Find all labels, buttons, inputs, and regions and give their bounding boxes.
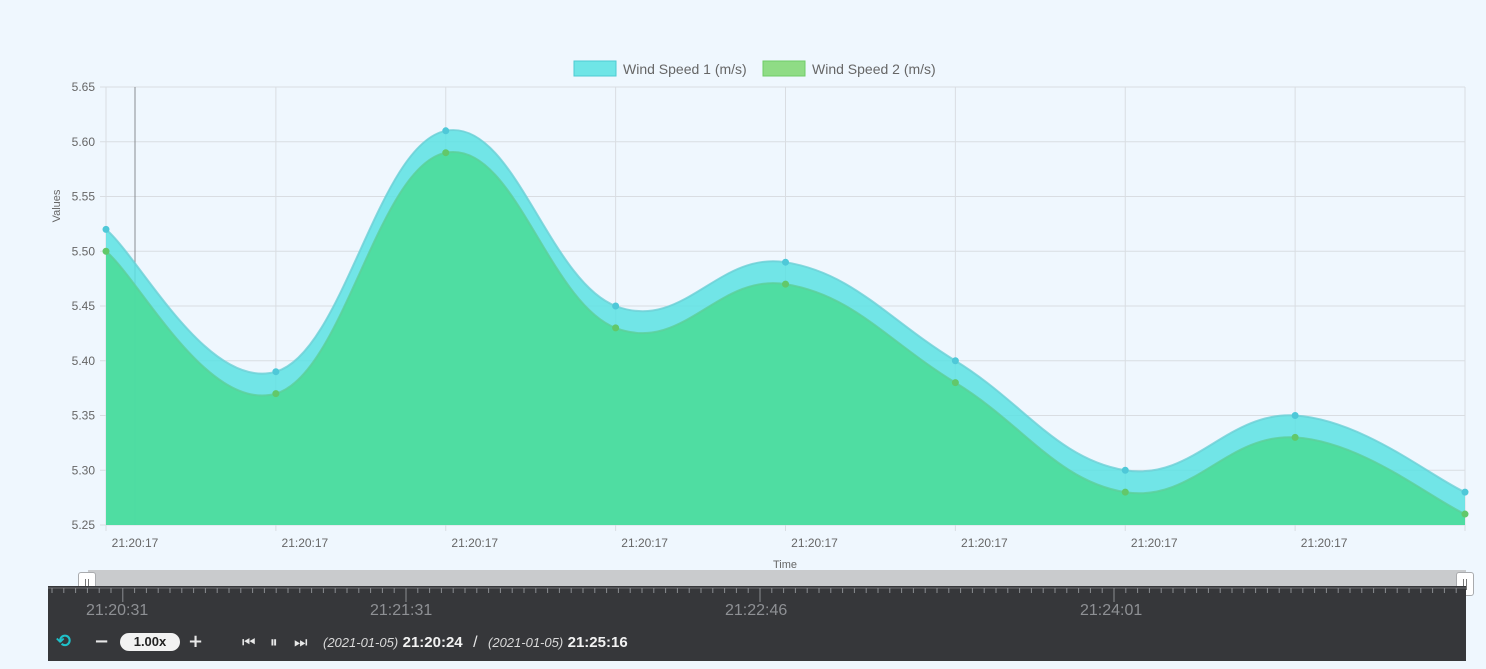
end-date: (2021-01-05) <box>488 635 564 650</box>
end-clock: 21:25:16 <box>567 634 628 651</box>
y-tick-label: 5.55 <box>72 190 96 204</box>
y-tick-label: 5.45 <box>72 299 96 313</box>
reset-icon[interactable]: ⟲ <box>56 632 71 652</box>
data-point <box>442 149 450 157</box>
x-tick-label: 21:20:17 <box>1131 536 1178 550</box>
x-axis-title: Time <box>773 559 797 570</box>
y-tick-label: 5.40 <box>72 354 96 368</box>
y-tick-label: 5.30 <box>72 463 96 477</box>
speed-value[interactable]: 1.00x <box>120 633 180 651</box>
current-time: (2021-01-05) 21:20:24 / (2021-01-05) 21:… <box>323 634 628 652</box>
data-point <box>102 247 110 255</box>
legend-label: Wind Speed 2 (m/s) <box>812 61 936 77</box>
data-point <box>951 379 959 387</box>
data-point <box>272 390 280 398</box>
data-point <box>102 225 110 233</box>
y-tick-label: 5.60 <box>72 135 96 149</box>
x-tick-label: 21:20:17 <box>112 536 159 550</box>
data-point <box>442 127 450 135</box>
timeline-label: 21:20:31 <box>86 602 149 619</box>
x-tick-label: 21:20:17 <box>1301 536 1348 550</box>
data-point <box>782 280 789 288</box>
legend-item[interactable]: Wind Speed 1 (m/s) <box>573 60 747 77</box>
current-date: (2021-01-05) <box>323 635 399 650</box>
legend-swatch <box>573 60 617 77</box>
current-clock: 21:20:24 <box>402 634 463 651</box>
legend-item[interactable]: Wind Speed 2 (m/s) <box>762 60 936 77</box>
data-point <box>1291 412 1299 419</box>
data-point <box>1461 488 1469 496</box>
data-point <box>1291 433 1299 441</box>
y-tick-label: 5.65 <box>72 80 96 94</box>
range-scrollbar[interactable] <box>88 570 1466 586</box>
y-tick-label: 5.35 <box>72 409 96 423</box>
data-point <box>1121 466 1129 474</box>
time-separator: / <box>473 634 478 651</box>
timeline-label: 21:22:46 <box>725 602 788 619</box>
data-point <box>1121 488 1129 496</box>
data-point <box>782 258 789 266</box>
skip-back-icon[interactable]: ⏮ <box>242 632 256 652</box>
x-tick-label: 21:20:17 <box>961 536 1008 550</box>
x-tick-label: 21:20:17 <box>451 536 498 550</box>
y-tick-label: 5.50 <box>72 244 96 258</box>
speed-decrease-button[interactable]: − <box>94 632 109 652</box>
skip-forward-icon[interactable]: ⏭ <box>294 632 308 652</box>
wind-speed-chart: 5.25 5.30 5.35 5.40 5.45 5.50 5.55 5.60 5.65 21:2… <box>51 60 1469 570</box>
timeline-panel: 21:20:31 21:21:31 21:22:46 21:24:01 ⟲ − … <box>48 586 1466 661</box>
timeline-label: 21:21:31 <box>370 602 433 619</box>
x-tick-label: 21:20:17 <box>621 536 668 550</box>
data-point <box>612 324 620 332</box>
speed-increase-button[interactable]: + <box>188 632 203 652</box>
data-point <box>612 302 620 310</box>
timeline-label: 21:24:01 <box>1080 602 1143 619</box>
data-point <box>272 368 280 376</box>
y-tick-label: 5.25 <box>72 518 96 532</box>
x-tick-label: 21:20:17 <box>282 536 329 550</box>
data-point <box>951 357 959 365</box>
pause-icon[interactable]: ⏸ <box>270 632 278 652</box>
legend-label: Wind Speed 1 (m/s) <box>623 61 747 77</box>
chart-page: 5.25 5.30 5.35 5.40 5.45 5.50 5.55 5.60 5.65 21:2… <box>0 0 1486 669</box>
y-axis-title: Values <box>51 189 63 222</box>
legend-swatch <box>762 60 806 77</box>
data-point <box>1461 510 1469 518</box>
x-tick-label: 21:20:17 <box>791 536 838 550</box>
playback-controls: ⟲ − 1.00x + ⏮ ⏸ ⏭ (2021-01-05) 21:20:24 … <box>48 630 1466 656</box>
